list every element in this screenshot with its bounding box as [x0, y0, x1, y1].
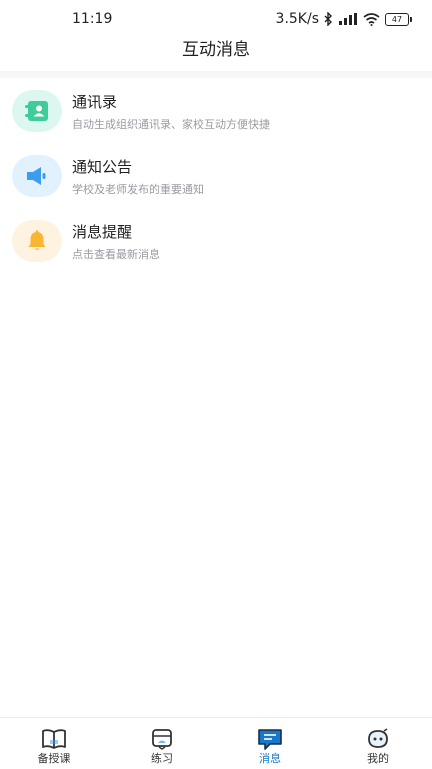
bell-icon: [12, 220, 62, 262]
contacts-icon: [12, 90, 62, 132]
message-icon: [257, 727, 283, 751]
battery-icon: 47: [385, 12, 412, 26]
list-item-reminder[interactable]: 消息提醒 点击查看最新消息: [0, 208, 432, 273]
bluetooth-icon: [324, 12, 333, 26]
status-indicators: 3.5K/s 47: [276, 11, 412, 27]
list-item-notice[interactable]: 通知公告 学校及老师发布的重要通知: [0, 143, 432, 208]
message-list: 通讯录 自动生成组织通讯录、家校互动方便快捷 通知公告 学校及老师发布的重要通知…: [0, 78, 432, 273]
list-item-contacts[interactable]: 通讯录 自动生成组织通讯录、家校互动方便快捷: [0, 78, 432, 143]
tab-messages[interactable]: 消息: [216, 718, 324, 769]
profile-icon: [365, 727, 391, 751]
megaphone-icon: [12, 155, 62, 197]
tab-practice[interactable]: 练习: [108, 718, 216, 769]
network-speed: 3.5K/s: [275, 11, 319, 27]
page-title: 互动消息: [182, 40, 250, 60]
tab-label: 我的: [367, 752, 389, 765]
notice-subtitle: 学校及老师发布的重要通知: [72, 183, 204, 196]
bottom-tab-bar: 备授课 练习 消息 我的: [0, 717, 432, 769]
contacts-title: 通讯录: [72, 93, 118, 111]
tab-label: 练习: [151, 752, 173, 765]
status-bar: 11:19 3.5K/s 47: [0, 0, 432, 38]
reminder-title: 消息提醒: [72, 223, 133, 241]
status-time: 11:19: [72, 11, 113, 27]
notice-title: 通知公告: [72, 158, 133, 176]
wifi-icon: [363, 12, 380, 26]
tab-label: 消息: [259, 752, 281, 765]
header-divider: [0, 71, 432, 78]
contacts-subtitle: 自动生成组织通讯录、家校互动方便快捷: [72, 118, 270, 131]
header: 互动消息: [0, 38, 432, 68]
signal-icon: [338, 13, 358, 25]
tab-lesson-prep[interactable]: 备授课: [0, 718, 108, 769]
reminder-subtitle: 点击查看最新消息: [72, 248, 160, 261]
book-icon: [41, 727, 67, 751]
practice-icon: [149, 727, 175, 751]
tab-profile[interactable]: 我的: [324, 718, 432, 769]
tab-label: 备授课: [37, 752, 71, 765]
battery-level: 47: [385, 12, 409, 26]
